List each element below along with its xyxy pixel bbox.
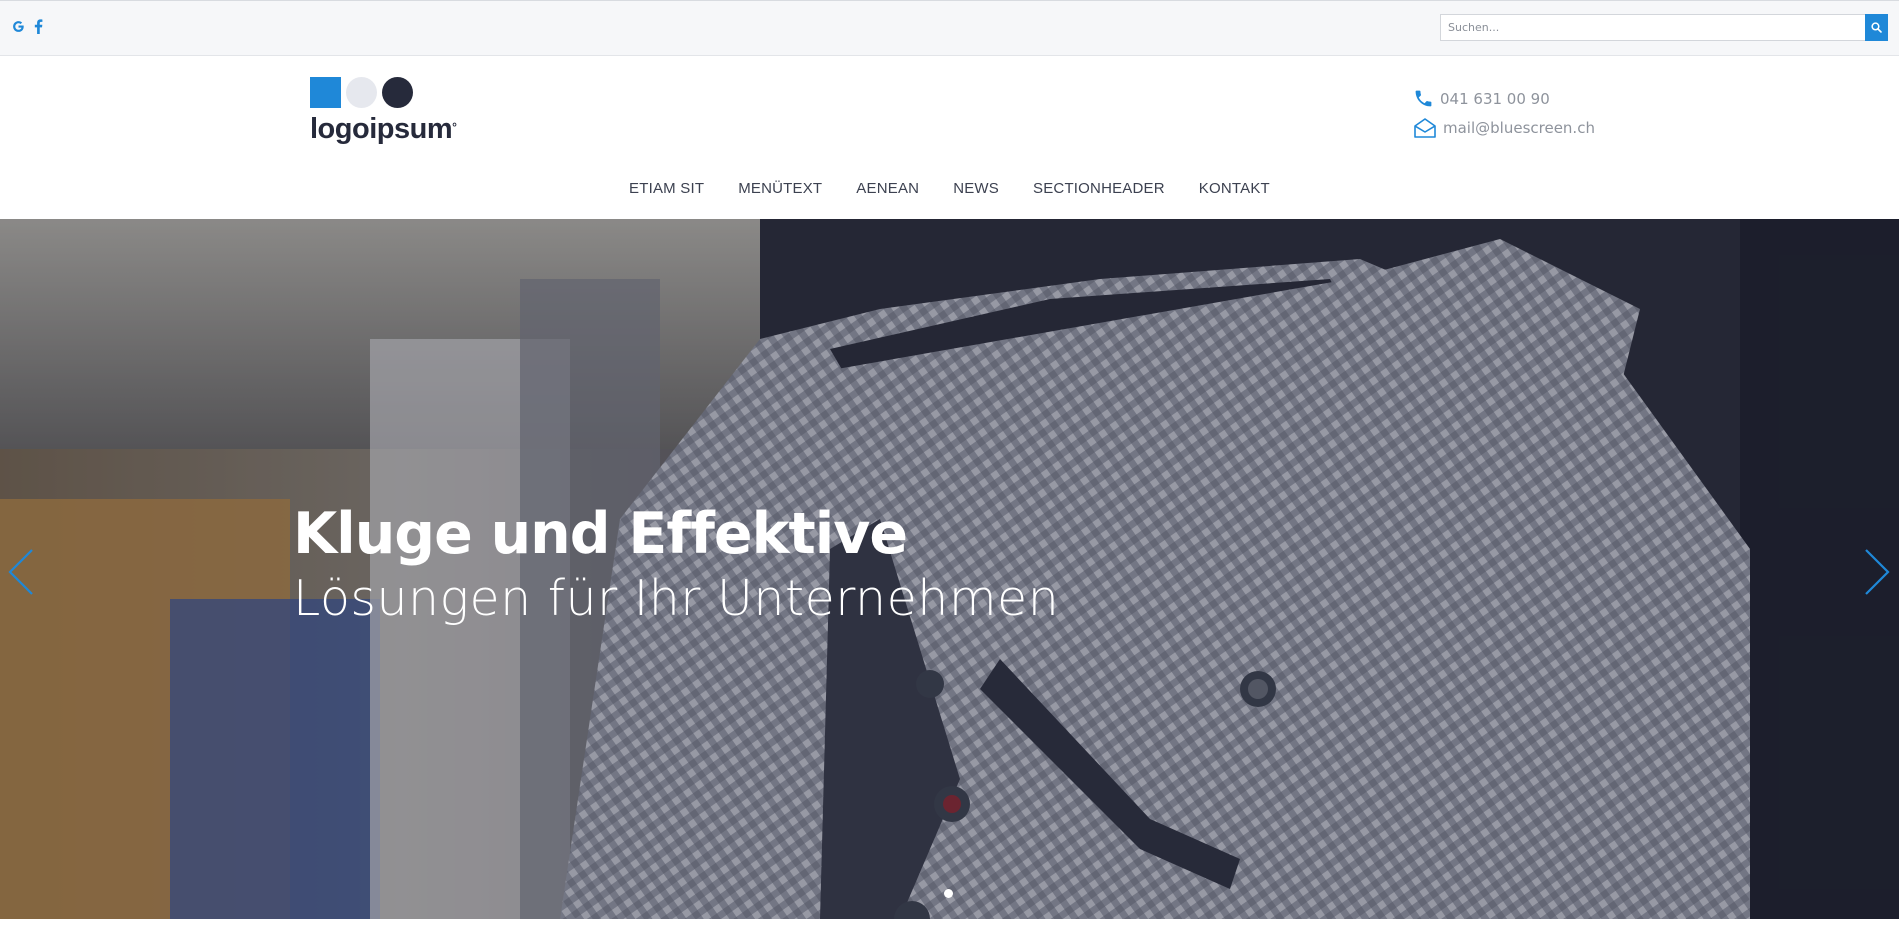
phone-number: 041 631 00 90	[1440, 89, 1550, 108]
nav-item-aenean[interactable]: AENEAN	[856, 180, 919, 197]
nav-item-news[interactable]: NEWS	[953, 180, 999, 197]
slider-dot[interactable]	[944, 889, 953, 898]
search-icon	[1871, 22, 1882, 33]
logo-square	[310, 76, 341, 108]
slider-pagination	[944, 889, 953, 898]
social-links	[12, 19, 43, 34]
logo-mark	[310, 76, 456, 108]
nav-item-sectionheader[interactable]: SECTIONHEADER	[1033, 180, 1165, 197]
contact-phone[interactable]: 041 631 00 90	[1413, 84, 1595, 113]
hero-subtitle: Lösungen für Ihr Unternehmen	[293, 570, 1060, 627]
logo-circle-dark	[382, 76, 413, 108]
logo[interactable]: logoipsum°	[310, 76, 457, 145]
nav-item-menuetext[interactable]: MENÜTEXT	[738, 180, 822, 197]
hero-title: Kluge und Effektive	[293, 501, 908, 567]
chevron-left-icon	[8, 549, 33, 595]
slider-next-button[interactable]	[1862, 546, 1892, 598]
nav-item-kontakt[interactable]: KONTAKT	[1199, 180, 1270, 197]
logo-circle-light	[346, 76, 377, 108]
nav-item-etiam-sit[interactable]: ETIAM SIT	[629, 180, 704, 197]
main-nav: ETIAM SIT MENÜTEXT AENEAN NEWS SECTIONHE…	[0, 180, 1899, 197]
logo-wordmark: logoipsum°	[310, 113, 457, 145]
email-address: mail@bluescreen.ch	[1443, 118, 1595, 137]
envelope-open-icon	[1414, 117, 1436, 138]
google-icon[interactable]	[12, 20, 25, 33]
site-header: logoipsum° 041 631 00 90 mail@bluescreen…	[0, 56, 1899, 219]
hero-slider: Kluge und Effektive Lösungen für Ihr Unt…	[0, 219, 1899, 919]
slider-prev-button[interactable]	[6, 546, 36, 598]
search-form	[1440, 14, 1888, 41]
search-input[interactable]	[1440, 14, 1865, 41]
contact-email[interactable]: mail@bluescreen.ch	[1413, 113, 1595, 142]
contact-info: 041 631 00 90 mail@bluescreen.ch	[1413, 84, 1595, 142]
search-button[interactable]	[1865, 14, 1888, 41]
phone-icon	[1415, 90, 1432, 107]
chevron-right-icon	[1865, 549, 1890, 595]
facebook-icon[interactable]	[34, 19, 43, 34]
top-bar	[0, 0, 1899, 56]
